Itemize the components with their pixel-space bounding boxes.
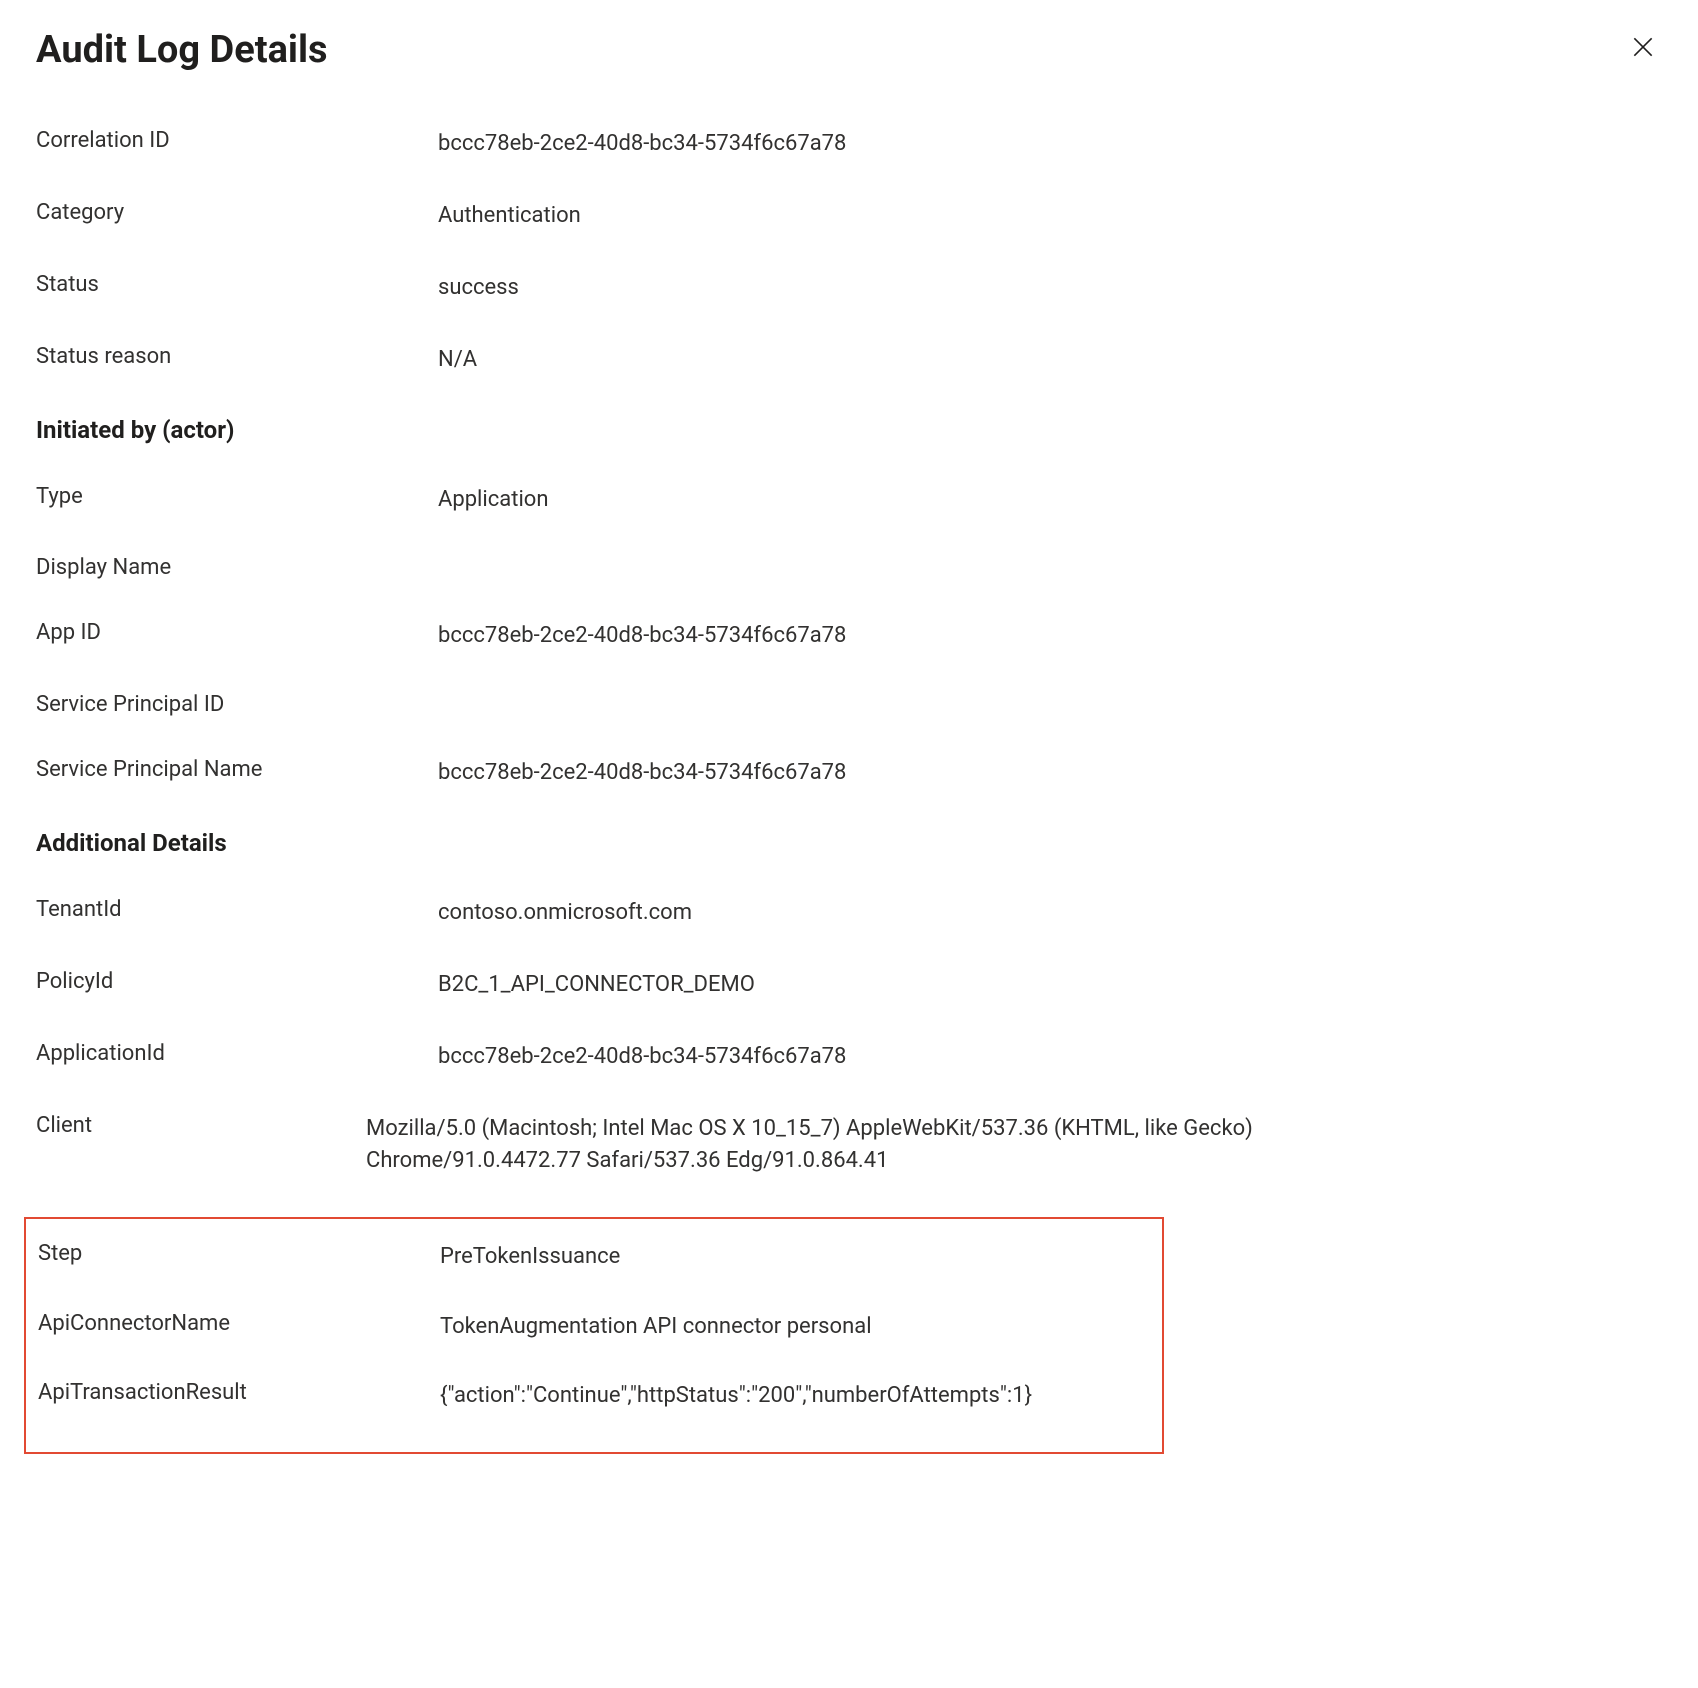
field-row-category: Category Authentication [36,200,1662,232]
field-row-client: Client Mozilla/5.0 (Macintosh; Intel Mac… [36,1113,1662,1177]
field-label: Status [36,272,438,297]
close-button[interactable] [1624,28,1662,68]
field-label: Service Principal ID [36,692,438,717]
field-label: Type [36,484,438,509]
field-label: App ID [36,620,438,645]
section-heading-initiated-by: Initiated by (actor) [36,416,1662,444]
initiated-by-section: Type Application Display Name App ID bcc… [36,484,1662,790]
field-row-service-principal-id: Service Principal ID [36,692,1662,717]
section-heading-additional-details: Additional Details [36,829,1662,857]
field-value: B2C_1_API_CONNECTOR_DEMO [438,969,755,1001]
field-label: Step [38,1241,440,1266]
field-label: Status reason [36,344,438,369]
field-row-policyid: PolicyId B2C_1_API_CONNECTOR_DEMO [36,969,1662,1001]
field-value: bccc78eb-2ce2-40d8-bc34-5734f6c67a78 [438,128,846,160]
field-label: Client [36,1113,366,1138]
field-row-applicationid: ApplicationId bccc78eb-2ce2-40d8-bc34-57… [36,1041,1662,1073]
field-value: PreTokenIssuance [440,1241,620,1273]
additional-details-section: TenantId contoso.onmicrosoft.com PolicyI… [36,897,1662,1454]
field-label: ApiConnectorName [38,1311,440,1336]
field-label: PolicyId [36,969,438,994]
field-value: N/A [438,344,477,376]
close-icon [1630,48,1656,63]
field-value: Application [438,484,548,516]
highlighted-region: Step PreTokenIssuance ApiConnectorName T… [24,1217,1164,1455]
field-row-type: Type Application [36,484,1662,516]
field-value: bccc78eb-2ce2-40d8-bc34-5734f6c67a78 [438,620,846,652]
field-label: Category [36,200,438,225]
field-value: bccc78eb-2ce2-40d8-bc34-5734f6c67a78 [438,1041,846,1073]
page-title: Audit Log Details [36,28,328,72]
field-label: TenantId [36,897,438,922]
field-value: {"action":"Continue","httpStatus":"200",… [440,1380,1032,1412]
field-label: Service Principal Name [36,757,438,782]
field-label: ApiTransactionResult [38,1380,440,1405]
field-row-display-name: Display Name [36,555,1662,580]
field-row-correlation-id: Correlation ID bccc78eb-2ce2-40d8-bc34-5… [36,128,1662,160]
field-row-app-id: App ID bccc78eb-2ce2-40d8-bc34-5734f6c67… [36,620,1662,652]
field-row-apiconnectorname: ApiConnectorName TokenAugmentation API c… [38,1311,1150,1343]
field-label: Correlation ID [36,128,438,153]
field-label: Display Name [36,555,438,580]
field-row-tenantid: TenantId contoso.onmicrosoft.com [36,897,1662,929]
top-section: Correlation ID bccc78eb-2ce2-40d8-bc34-5… [36,128,1662,376]
field-row-step: Step PreTokenIssuance [38,1241,1150,1273]
field-value: Authentication [438,200,581,232]
field-label: ApplicationId [36,1041,438,1066]
field-row-status-reason: Status reason N/A [36,344,1662,376]
field-value: success [438,272,519,304]
field-value: Mozilla/5.0 (Macintosh; Intel Mac OS X 1… [366,1113,1396,1177]
field-row-status: Status success [36,272,1662,304]
field-value: contoso.onmicrosoft.com [438,897,692,929]
field-value: bccc78eb-2ce2-40d8-bc34-5734f6c67a78 [438,757,846,789]
field-row-service-principal-name: Service Principal Name bccc78eb-2ce2-40d… [36,757,1662,789]
field-row-apitransactionresult: ApiTransactionResult {"action":"Continue… [38,1380,1150,1412]
field-value: TokenAugmentation API connector personal [440,1311,872,1343]
